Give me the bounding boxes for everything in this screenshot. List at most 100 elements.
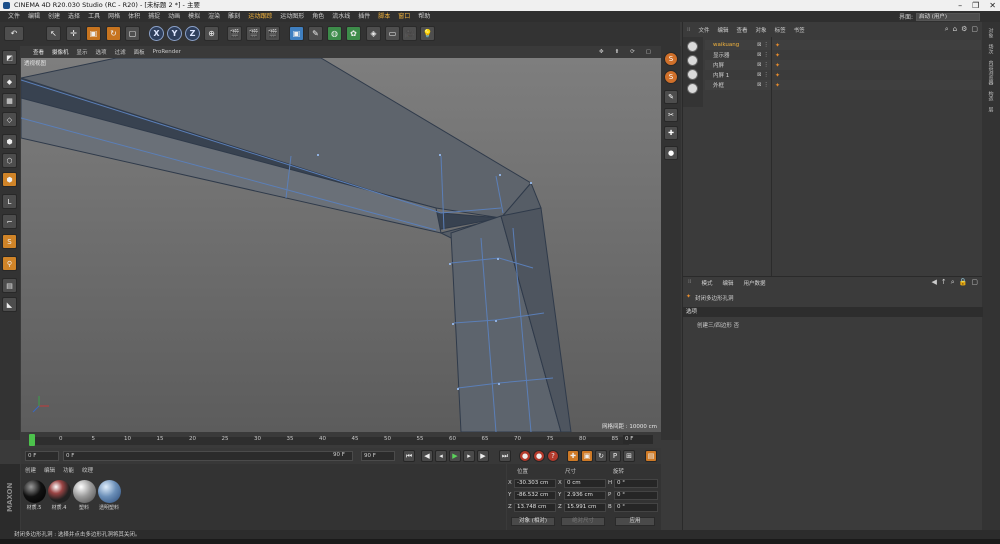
undo-icon[interactable]: ↶ (4, 26, 24, 41)
menu-item[interactable]: 网格 (104, 11, 124, 22)
current-frame-field[interactable]: 0 F (623, 435, 653, 444)
record-key-icon[interactable]: ● (519, 450, 531, 462)
menu-item[interactable]: 工具 (84, 11, 104, 22)
viewport-maximize-icon[interactable]: ▢ (642, 46, 655, 58)
maximize-button[interactable]: ❐ (972, 0, 979, 11)
points-mode-icon[interactable]: ⬢ (2, 134, 17, 149)
viewport-tab-display[interactable]: 显示 (73, 48, 92, 56)
material-swatch[interactable] (23, 480, 46, 503)
axis-mode-icon[interactable]: L (2, 194, 17, 209)
recent-tool-icon[interactable]: ▢ (125, 26, 140, 41)
visibility-toggle-icon[interactable]: ⊠ ⋮ (757, 82, 775, 88)
menu-item[interactable]: 雕刻 (224, 11, 244, 22)
object-row[interactable]: 内屏 ⊠ ⋮ ✦ (705, 60, 981, 70)
layout-dropdown[interactable]: 启动 (用户) (916, 12, 980, 21)
vtab-takes[interactable]: 场次 (988, 44, 995, 54)
snap-settings-icon[interactable]: S (664, 52, 678, 66)
menu-item[interactable]: 捕捉 (144, 11, 164, 22)
column-divider[interactable] (771, 37, 772, 276)
workplane-icon[interactable]: ◇ (2, 112, 17, 127)
rotation-p-field[interactable]: 0 ° (614, 491, 658, 500)
snap-toggle-icon[interactable]: S (664, 70, 678, 84)
cube-object-icon[interactable]: ▣ (289, 26, 304, 41)
create-tri-quad-option[interactable]: 创建三/四边形 否 (697, 321, 739, 329)
timeline-window-icon[interactable]: ▤ (645, 450, 657, 462)
camera-icon[interactable]: 🎥 (402, 26, 417, 41)
material-swatch[interactable] (48, 480, 71, 503)
timeline[interactable]: 051015202530354045505560657075808590 0 F (21, 432, 661, 448)
next-key-icon[interactable]: ▶ (477, 450, 489, 462)
axis-tool-icon[interactable]: ✚ (664, 126, 678, 140)
menu-item[interactable]: 文件 (4, 11, 24, 22)
menu-item[interactable]: 脚本 (374, 11, 394, 22)
panel-expand-icon[interactable]: ▢ (971, 25, 978, 34)
render-picture-viewer-icon[interactable]: 🎬 (246, 26, 261, 41)
lock-icon[interactable]: 🔒 (959, 278, 968, 287)
minimize-button[interactable]: – (958, 0, 962, 11)
menu-item[interactable]: 窗口 (394, 11, 414, 22)
back-arrow-icon[interactable]: ◀ (931, 278, 936, 287)
up-arrow-icon[interactable]: ↑ (941, 278, 947, 287)
obj-menu-file[interactable]: 文件 (695, 26, 714, 34)
viewport-tab-panel[interactable]: 面板 (130, 48, 149, 56)
autokey-icon[interactable]: ● (533, 450, 545, 462)
phong-tag-icon[interactable]: ✦ (775, 62, 780, 69)
object-row[interactable]: 内屏 1 ⊠ ⋮ ✦ (705, 70, 981, 80)
key-position-icon[interactable]: ✚ (567, 450, 579, 462)
attr-menu-userdata[interactable]: 用户数据 (739, 279, 771, 287)
obj-menu-bookmarks[interactable]: 书签 (790, 26, 809, 34)
viewport-tab-filter[interactable]: 过滤 (111, 48, 130, 56)
rotate-icon[interactable]: ↻ (106, 26, 121, 41)
step-back-icon[interactable]: ◂ (435, 450, 447, 462)
vtab-layers[interactable]: 层 (988, 107, 995, 112)
move-icon[interactable]: ✛ (66, 26, 81, 41)
menu-item[interactable]: 动画 (164, 11, 184, 22)
render-view-icon[interactable]: 🎬 (227, 26, 242, 41)
close-button[interactable]: ✕ (989, 0, 996, 11)
prev-key-icon[interactable]: ◀ (421, 450, 433, 462)
polygons-mode-icon[interactable]: ⬢ (2, 172, 17, 187)
viewport-move-icon[interactable]: ✥ (595, 46, 608, 58)
step-forward-icon[interactable]: ▸ (463, 450, 475, 462)
texture-mode-icon[interactable]: ▦ (2, 93, 17, 108)
x-axis-lock-icon[interactable]: X (149, 26, 164, 41)
material-menu-texture[interactable]: 纹理 (78, 466, 97, 474)
panel-expand-icon[interactable]: ▢ (971, 278, 978, 287)
edges-mode-icon[interactable]: ⬡ (2, 153, 17, 168)
object-row[interactable]: 外框 ⊠ ⋮ ✦ (705, 80, 981, 90)
viewport-rotate-icon[interactable]: ⟳ (626, 46, 639, 58)
menu-item[interactable]: 模拟 (184, 11, 204, 22)
subdivision-icon[interactable]: ◍ (327, 26, 342, 41)
frame-range-slider[interactable]: 0 F (63, 451, 353, 461)
select-arrow-icon[interactable]: ↖ (46, 26, 61, 41)
material-swatch[interactable] (98, 480, 121, 503)
visibility-toggle-icon[interactable]: ⊠ ⋮ (757, 52, 775, 58)
planar-workplane-icon[interactable]: ▤ (2, 278, 17, 293)
menu-item[interactable]: 角色 (308, 11, 328, 22)
menu-item[interactable]: 编辑 (24, 11, 44, 22)
goto-start-icon[interactable]: ⏮ (403, 450, 415, 462)
cloner-icon[interactable]: ✿ (346, 26, 361, 41)
menu-item[interactable]: 帮助 (414, 11, 434, 22)
object-row[interactable]: 显示器 ⊠ ⋮ ✦ (705, 50, 981, 60)
perspective-viewport[interactable]: 透视视图 网格间距 : 10000 cm (21, 58, 661, 432)
obj-menu-edit[interactable]: 编辑 (714, 26, 733, 34)
attr-menu-mode[interactable]: 模式 (697, 279, 718, 287)
pen-spline-icon[interactable]: ✎ (308, 26, 323, 41)
snap-icon[interactable]: S (2, 234, 17, 249)
play-icon[interactable]: ▶ (449, 450, 461, 462)
attr-menu-edit[interactable]: 编辑 (718, 279, 739, 287)
menu-item[interactable]: 创建 (44, 11, 64, 22)
make-editable-icon[interactable]: ◩ (2, 50, 17, 65)
playhead[interactable] (29, 434, 35, 446)
size-mode-dropdown[interactable]: 绝对尺寸 (561, 517, 605, 526)
apply-button[interactable]: 应用 (615, 517, 655, 526)
rotation-b-field[interactable]: 0 ° (614, 503, 658, 512)
goto-end-icon[interactable]: ⏭ (499, 450, 511, 462)
search-icon[interactable]: ⌕ (945, 25, 949, 34)
menu-item[interactable]: 运动图形 (276, 11, 308, 22)
y-axis-lock-icon[interactable]: Y (167, 26, 182, 41)
tweak-mode-icon[interactable]: ⌐ (2, 214, 17, 229)
vtab-content-browser[interactable]: 内容浏览器 (988, 60, 995, 85)
light-icon[interactable]: 💡 (420, 26, 435, 41)
